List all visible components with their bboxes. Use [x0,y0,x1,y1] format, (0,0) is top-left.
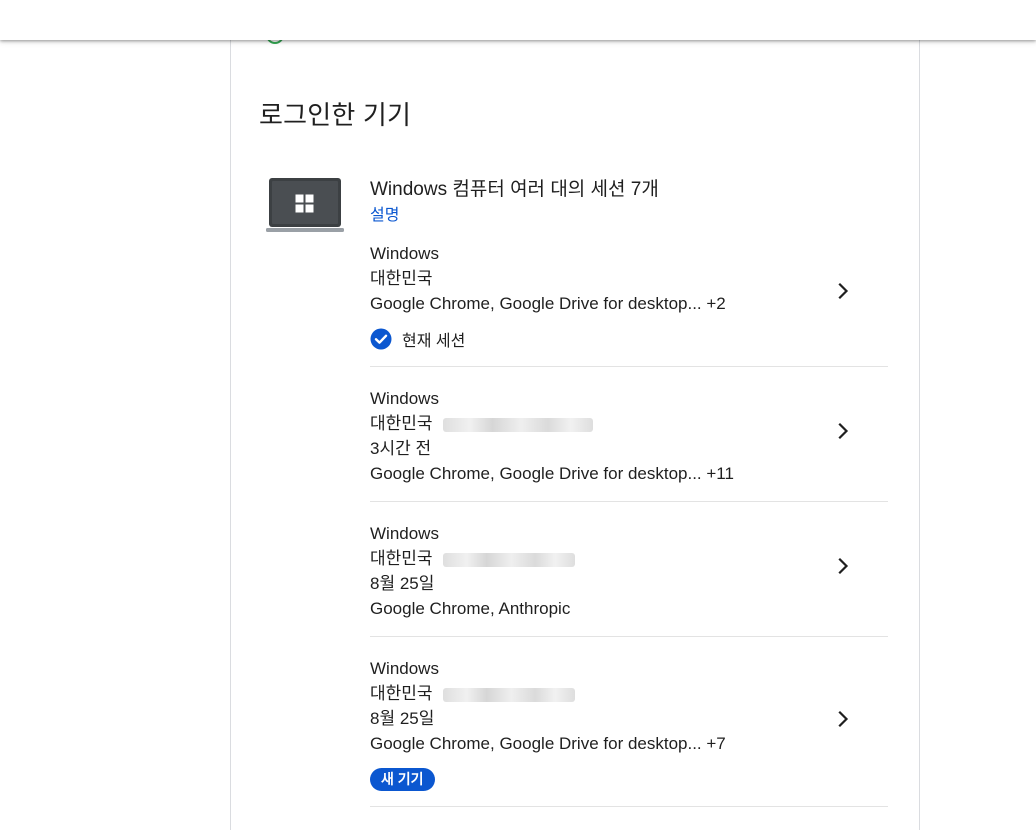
new-device-badge: 새 기기 [370,768,435,791]
learn-more-link[interactable]: 설명 [370,201,399,225]
session-apps: Google Chrome, Google Drive for desktop.… [370,464,734,483]
session-location: 대한민국 [370,269,433,288]
top-app-bar [0,0,1036,40]
session-row[interactable]: Windows 대한민국 8월 25일 Google Chrome, Googl… [370,656,888,756]
redacted-location-detail [442,687,575,702]
section-title: 로그인한 기기 [259,100,412,130]
redacted-location-detail [442,552,575,567]
chevron-right-icon[interactable] [834,710,852,728]
divider [370,501,888,502]
chevron-right-icon[interactable] [834,282,852,300]
session-location: 대한민국 [370,684,433,703]
session-time: 8월 25일 [370,709,435,728]
session-location: 대한민국 [370,549,433,568]
check-circle-icon [370,328,392,350]
divider [370,366,888,367]
device-group-title: Windows 컴퓨터 여러 대의 세션 7개 [370,179,659,200]
session-os: Windows [370,244,439,263]
session-apps: Google Chrome, Anthropic [370,599,571,618]
session-row[interactable]: Windows 대한민국 Google Chrome, Google Drive… [370,241,888,316]
session-row[interactable]: Windows 대한민국 8월 25일 Google Chrome, Anthr… [370,521,888,621]
chevron-right-icon[interactable] [834,557,852,575]
session-os: Windows [370,524,439,543]
windows-laptop-icon [266,178,344,232]
divider [370,806,888,807]
session-time: 8월 25일 [370,574,435,593]
session-row[interactable]: Windows 대한민국 3시간 전 Google Chrome, Google… [370,386,888,486]
session-time: 3시간 전 [370,439,432,458]
session-os: Windows [370,389,439,408]
current-session-label: 현재 세션 [402,333,466,350]
current-session-indicator: 현재 세션 [370,327,465,351]
session-os: Windows [370,659,439,678]
divider [370,636,888,637]
session-location: 대한민국 [370,414,433,433]
chevron-right-icon[interactable] [834,422,852,440]
session-apps: Google Chrome, Google Drive for desktop.… [370,294,726,313]
redacted-location-detail [442,417,593,432]
session-apps: Google Chrome, Google Drive for desktop.… [370,734,726,753]
